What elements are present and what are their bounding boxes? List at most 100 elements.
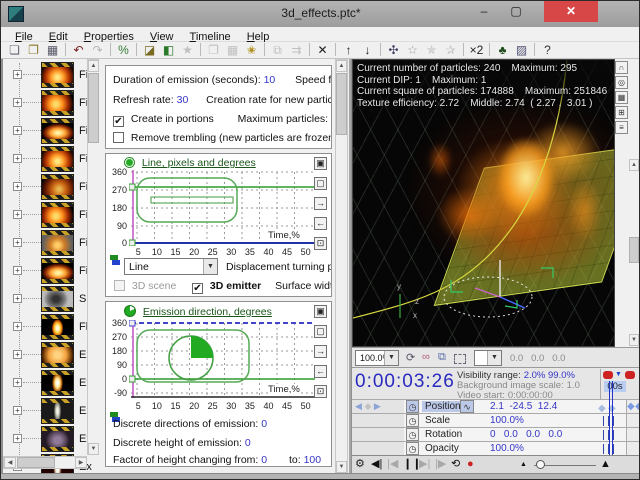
fit-view-button[interactable]: ∩ [615, 61, 628, 74]
maximize-button[interactable]: ▢ [501, 1, 531, 22]
expand-icon[interactable]: + [13, 70, 22, 79]
chevron-down-icon[interactable]: ▼ [203, 259, 217, 274]
tree-item[interactable]: +Ex [3, 369, 87, 397]
tree-item[interactable]: +Fi [3, 201, 87, 229]
save-button[interactable]: ▦ [43, 42, 62, 58]
tree-hscrollbar[interactable]: ◀ ▶ [3, 456, 87, 469]
movie-button[interactable]: ◧ [159, 42, 178, 58]
refresh-rate-value[interactable]: 30 [177, 94, 189, 106]
graph-mode-button[interactable]: % [114, 42, 133, 58]
effect-thumbnail[interactable] [41, 62, 74, 88]
tree-item[interactable]: +Fl [3, 313, 87, 341]
tree-item[interactable]: +Fi [3, 257, 87, 285]
options-button[interactable]: ⚙ [355, 457, 365, 472]
scroll-up-icon[interactable]: ▲ [88, 60, 99, 72]
line-chart-title[interactable]: Line, pixels and degrees [142, 157, 256, 169]
tree-item[interactable]: +Ex [3, 341, 87, 369]
remove-trembling-checkbox[interactable] [113, 132, 124, 143]
expand-icon[interactable]: + [13, 210, 22, 219]
key-tick[interactable] [613, 430, 614, 440]
expand-icon[interactable]: + [13, 406, 22, 415]
step-back-button[interactable]: ◀| [371, 457, 382, 472]
effect-thumbnail[interactable] [41, 342, 74, 368]
chart-next-button[interactable]: → [314, 345, 327, 358]
panes-icon[interactable]: ⧉ [438, 351, 446, 364]
track-name[interactable]: Opacity [422, 443, 462, 454]
tree-hscroll-thumb[interactable] [17, 457, 55, 468]
image-button[interactable]: ▨ [512, 42, 531, 58]
chart-maximize-button[interactable]: ▣ [314, 157, 327, 170]
height-factor-from-value[interactable]: 0 [261, 454, 267, 466]
leaf-button[interactable]: ♣ [493, 42, 512, 58]
minimize-button[interactable]: – [469, 1, 499, 22]
expand-icon[interactable]: + [13, 378, 22, 387]
properties-vscrollbar[interactable]: ▲ ▼ [335, 59, 348, 473]
animate-toggle-icon[interactable]: ◷ [406, 428, 419, 441]
chart-maximize-button[interactable]: ▣ [314, 305, 327, 318]
viewport-3d[interactable]: y z x Current number of particles: 240 M… [352, 59, 615, 347]
chart-collapse-button[interactable]: ▢ [314, 325, 327, 338]
track-row-scale[interactable]: ◷Scale100.0% [352, 413, 640, 427]
range-end-marker[interactable] [625, 371, 635, 379]
add-key-icon[interactable]: ◆ [364, 401, 371, 411]
chevron-down-icon[interactable]: ▼ [384, 351, 398, 365]
discrete-height-value[interactable]: 0 [245, 437, 251, 449]
delete-button[interactable]: ✕ [313, 42, 332, 58]
height-factor-to-value[interactable]: 100 [304, 454, 322, 466]
display-options-button[interactable]: ≡ [615, 121, 628, 134]
track-value[interactable]: 2.1 -24.5 12.4 [490, 401, 557, 412]
next-key-icon[interactable]: ▶ [374, 401, 381, 411]
pie-icon[interactable] [124, 305, 136, 317]
chart-prev-button[interactable]: ← [314, 217, 327, 230]
effect-thumbnail[interactable] [41, 286, 74, 312]
expand-icon[interactable]: + [13, 266, 22, 275]
tree-vscrollbar[interactable]: ▲ ▼ [87, 59, 99, 455]
playhead[interactable] [609, 381, 613, 455]
tree-item[interactable]: +Fi [3, 229, 87, 257]
chart-fit-button[interactable]: ⊡ [314, 385, 327, 398]
duration-value[interactable]: 10 [264, 74, 276, 86]
move-up-button[interactable]: ↑ [339, 42, 358, 58]
animate-toggle-icon[interactable]: ◷ [406, 400, 419, 413]
expand-icon[interactable]: + [13, 294, 22, 303]
discrete-directions-value[interactable]: 0 [261, 418, 267, 430]
track-row-rotation[interactable]: ◷Rotation0 0.0 0.0 0.0 [352, 427, 640, 441]
tree-item[interactable]: +Ex [3, 397, 87, 425]
expand-icon[interactable]: + [13, 238, 22, 247]
folder-button[interactable]: ◪ [140, 42, 159, 58]
effect-thumbnail[interactable] [41, 398, 74, 424]
tree-item[interactable]: +Sr [3, 285, 87, 313]
blue-handle-icon[interactable] [112, 260, 120, 265]
scroll-up-icon[interactable]: ▲ [336, 60, 347, 72]
key-tick[interactable] [613, 416, 614, 426]
chevron-down-icon[interactable]: ▼ [487, 351, 501, 365]
chart-collapse-button[interactable]: ▢ [314, 177, 327, 190]
effect-thumbnail[interactable] [41, 258, 74, 284]
effect-thumbnail[interactable] [41, 90, 74, 116]
track-row-position[interactable]: ◀ ◆ ▶◷Position∿2.1 -24.5 12.4◆◆◆◆ [352, 399, 640, 413]
track-name[interactable]: Rotation [422, 429, 465, 440]
origin-button[interactable]: ◎ [615, 76, 628, 89]
chart-next-button[interactable]: → [314, 197, 327, 210]
secondary-select[interactable]: ▼ [474, 350, 502, 366]
key-tick[interactable] [603, 444, 604, 454]
close-button[interactable]: ✕ [544, 1, 598, 22]
tree-item[interactable]: +Fi [3, 89, 87, 117]
effect-thumbnail[interactable] [41, 202, 74, 228]
track-value[interactable]: 100.0% [490, 443, 524, 454]
loop-button[interactable]: ⟲ [451, 457, 460, 472]
track-value[interactable]: 100.0% [490, 415, 524, 426]
keyframe-icon[interactable]: ◆ [627, 401, 635, 412]
effect-thumbnail[interactable] [41, 314, 74, 340]
view-zoom-select[interactable]: 100.0% ▼ [355, 350, 399, 366]
ruler-cursor-icon[interactable]: ▼ [615, 371, 622, 378]
undo-button[interactable]: ↶ [69, 42, 88, 58]
timeline-zoom-out-icon[interactable]: ▲ [520, 461, 527, 468]
chart-fit-button[interactable]: ⊡ [314, 237, 327, 250]
expand-icon[interactable]: + [13, 182, 22, 191]
scroll-down-icon[interactable]: ▼ [629, 334, 639, 346]
emitter-3d-checkbox[interactable]: ✔ [192, 283, 203, 294]
track-name[interactable]: Scale [422, 415, 453, 426]
new-emitter-button[interactable]: ✬ [242, 42, 261, 58]
new-button[interactable]: ❏ [5, 42, 24, 58]
